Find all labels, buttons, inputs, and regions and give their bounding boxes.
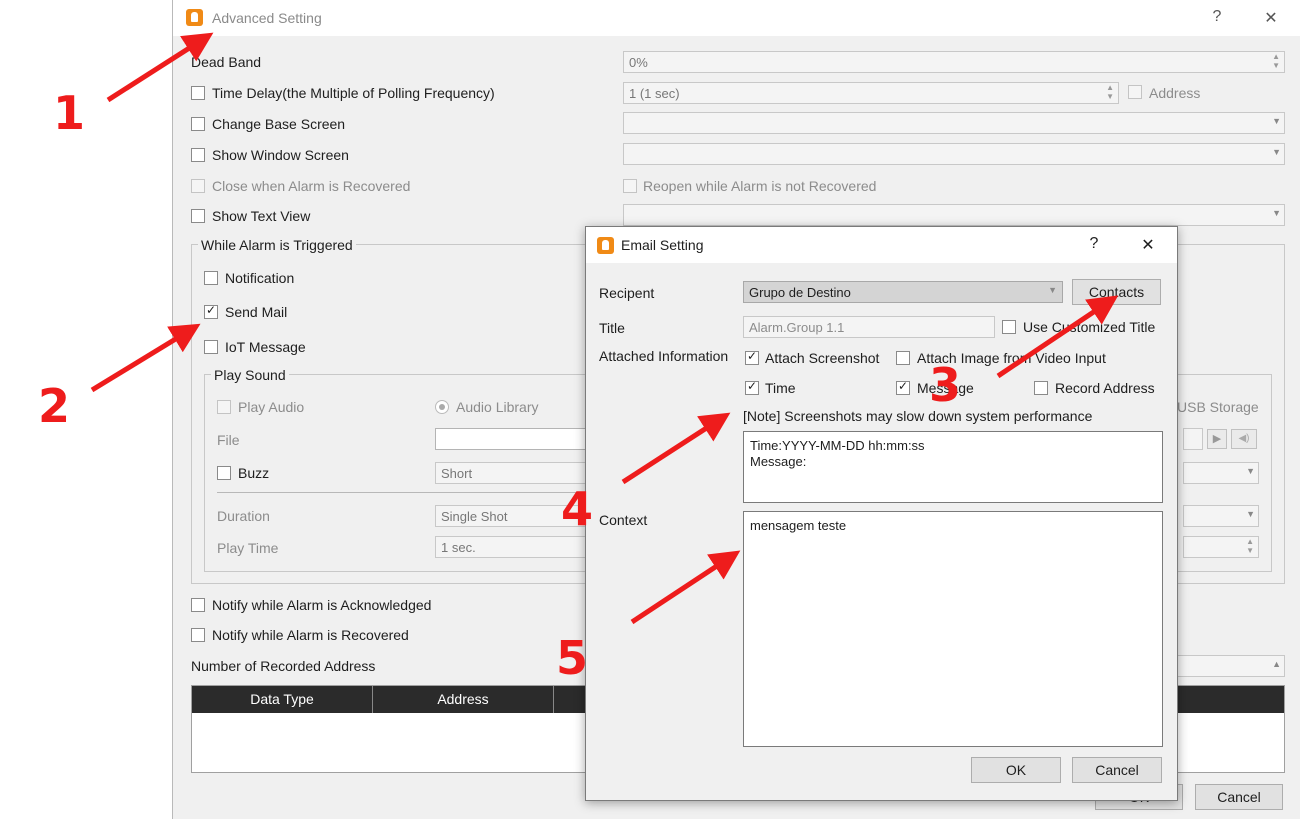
annotation-number-3: 3	[929, 358, 962, 412]
arrow-1	[106, 32, 214, 103]
arrow-2	[90, 323, 201, 393]
annotation-number-4: 4	[561, 482, 594, 536]
annotation-number-1: 1	[53, 86, 86, 140]
arrow-4	[621, 412, 731, 485]
arrow-5	[630, 550, 741, 625]
annotation-number-5: 5	[556, 631, 589, 685]
annotation-number-2: 2	[38, 379, 71, 433]
arrow-3	[996, 295, 1119, 379]
annotation-arrows	[90, 32, 1119, 625]
